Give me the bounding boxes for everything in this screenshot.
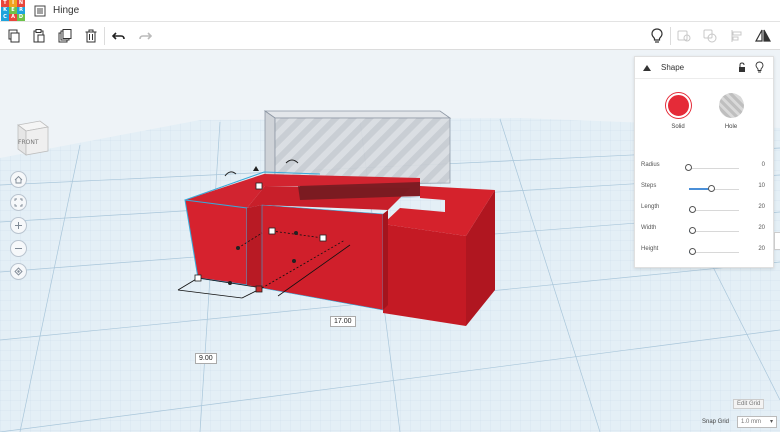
light-bulb-small-icon[interactable] — [755, 61, 764, 73]
param-slider-track[interactable] — [689, 210, 739, 211]
delete-icon[interactable] — [82, 27, 100, 45]
param-value[interactable]: 20 — [758, 225, 765, 231]
logo-letter: C — [1, 13, 9, 21]
toolbar — [0, 22, 780, 50]
param-value[interactable]: 10 — [758, 183, 765, 189]
solid-label: Solid — [671, 124, 685, 130]
logo-letter: D — [17, 13, 25, 21]
solid-swatch[interactable] — [665, 93, 691, 118]
param-length: Length 20 — [641, 204, 767, 216]
param-label: Width — [641, 225, 657, 231]
align-icon[interactable] — [728, 27, 746, 45]
edit-grid-button[interactable]: Edit Grid — [733, 399, 765, 409]
snap-grid-label: Snap Grid — [702, 419, 730, 425]
zoom-out-icon[interactable] — [10, 240, 27, 257]
param-label: Steps — [641, 183, 657, 189]
view-cube[interactable]: FRONT — [10, 117, 52, 159]
lock-icon[interactable] — [738, 62, 746, 73]
ungroup-icon[interactable] — [701, 27, 719, 45]
collapse-icon[interactable] — [643, 65, 651, 71]
app-header: TINKERCAD Hinge — [0, 0, 780, 22]
param-height: Height 20 — [641, 246, 767, 258]
hole-swatch[interactable] — [718, 93, 744, 118]
param-slider-track[interactable] — [689, 231, 739, 232]
copy-icon[interactable] — [5, 27, 23, 45]
param-slider-knob[interactable] — [685, 164, 692, 171]
param-label: Length — [641, 204, 660, 210]
design-title[interactable]: Hinge — [53, 5, 79, 16]
param-steps: Steps 10 — [641, 183, 767, 195]
param-value[interactable]: 20 — [758, 246, 765, 252]
shape-panel-title: Shape — [661, 63, 685, 72]
param-value[interactable]: 20 — [758, 204, 765, 210]
hole-shape[interactable] — [263, 110, 452, 186]
logo-letter: E — [9, 6, 17, 14]
param-slider-knob[interactable] — [707, 185, 715, 192]
logo-letter: K — [1, 6, 9, 14]
perspective-icon[interactable] — [10, 263, 27, 280]
param-width: Width 20 — [641, 225, 767, 237]
panel-side-tab[interactable] — [774, 232, 780, 250]
param-slider-knob[interactable] — [689, 248, 696, 255]
fit-view-icon[interactable] — [10, 194, 27, 211]
group-icon[interactable] — [675, 27, 693, 45]
snap-grid-value: 1.0 mm — [741, 419, 762, 425]
snap-grid-select[interactable]: 1.0 mm ▾ — [737, 416, 777, 428]
shape-panel-header: Shape — [635, 57, 773, 79]
param-label: Radius — [641, 162, 660, 168]
depth-dimension-label[interactable]: 17.00 — [330, 316, 356, 327]
tinkercad-logo[interactable]: TINKERCAD — [1, 0, 25, 22]
undo-icon[interactable] — [110, 27, 128, 45]
solid-option[interactable]: Solid — [658, 93, 698, 130]
param-value[interactable]: 0 — [762, 162, 765, 168]
home-view-icon[interactable] — [10, 171, 27, 188]
chevron-down-icon: ▾ — [769, 419, 773, 425]
mirror-icon[interactable] — [754, 27, 772, 45]
hole-option[interactable]: Hole — [711, 93, 751, 130]
redo-icon[interactable] — [136, 27, 154, 45]
param-slider-knob[interactable] — [689, 206, 696, 213]
view-cube-front-label: FRONT — [18, 139, 39, 146]
shape-panel: Shape Solid Hole Radius 0 Steps 10 Length 20 W… — [634, 56, 774, 268]
hole-label: Hole — [724, 124, 738, 130]
duplicate-icon[interactable] — [56, 27, 74, 45]
param-slider-track[interactable] — [689, 168, 739, 169]
paste-icon[interactable] — [30, 27, 48, 45]
param-slider-knob[interactable] — [689, 227, 696, 234]
param-slider-track[interactable] — [689, 252, 739, 253]
param-radius: Radius 0 — [641, 162, 767, 174]
logo-letter: A — [9, 13, 17, 21]
zoom-in-icon[interactable] — [10, 217, 27, 234]
width-dimension-label[interactable]: 9.00 — [195, 353, 217, 364]
menu-icon[interactable] — [33, 4, 47, 18]
logo-letter: R — [17, 6, 25, 14]
param-label: Height — [641, 246, 659, 252]
light-bulb-icon[interactable] — [648, 27, 666, 45]
